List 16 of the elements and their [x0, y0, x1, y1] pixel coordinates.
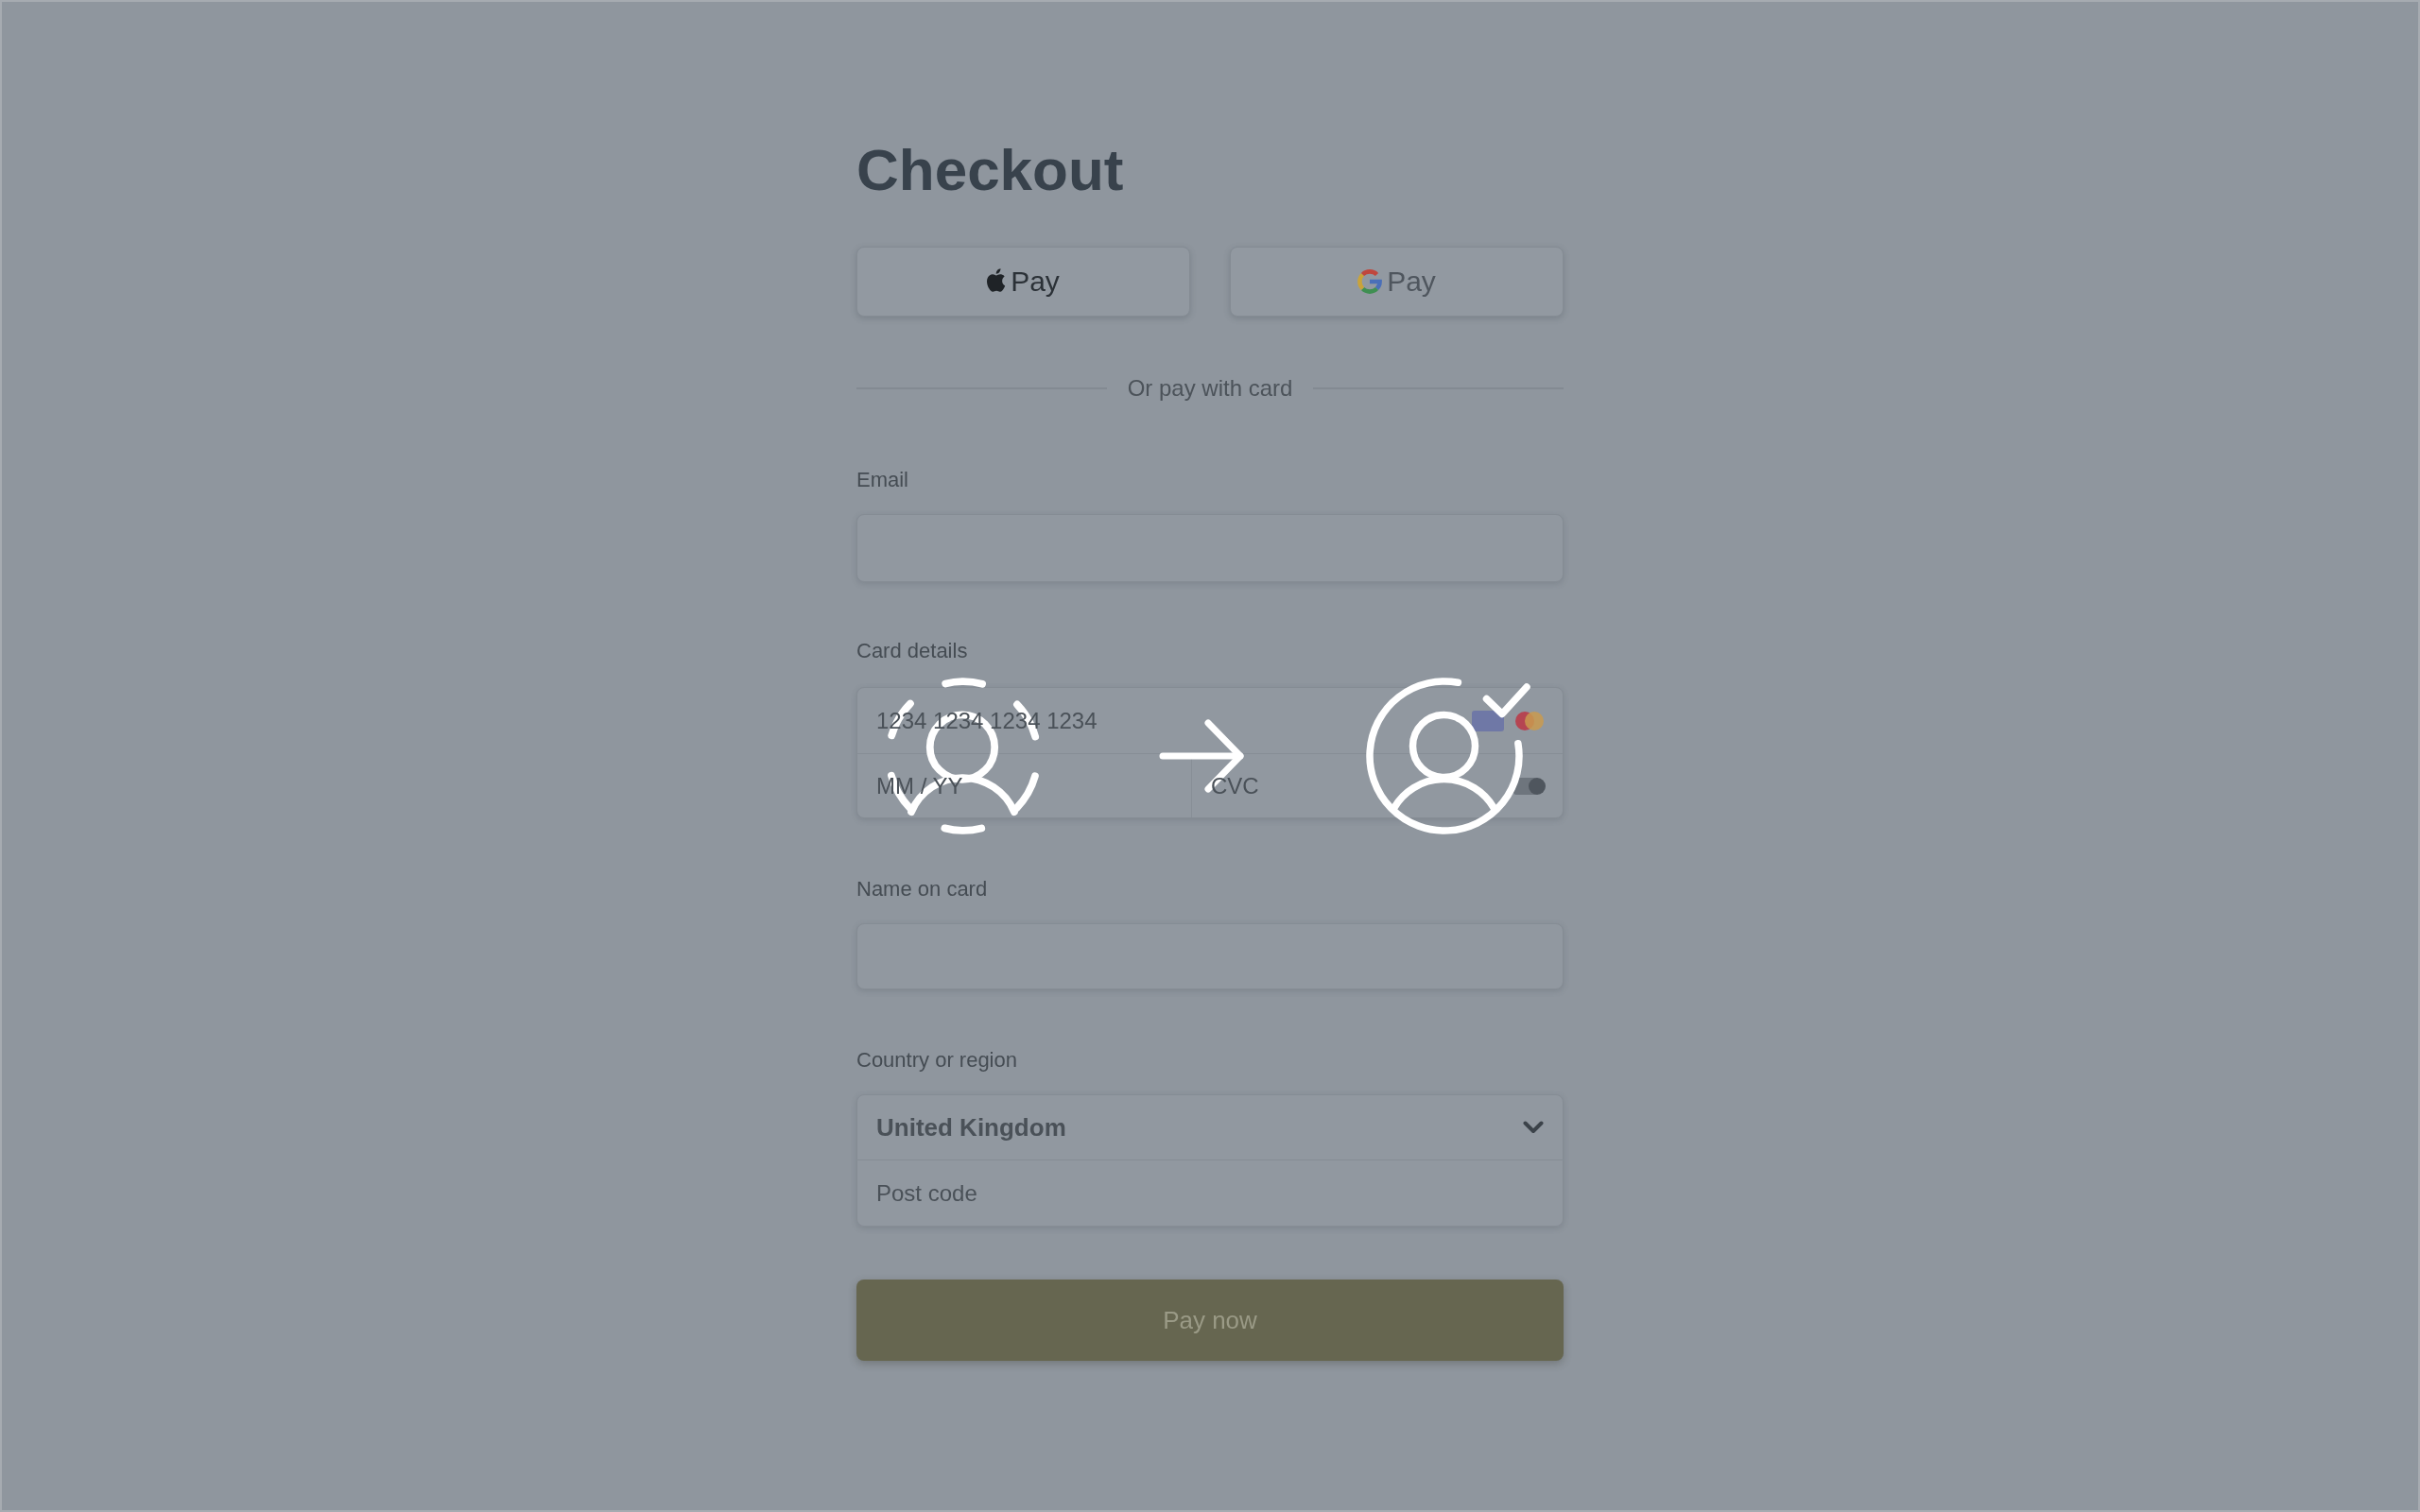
chevron-down-icon — [1523, 1121, 1544, 1134]
g-logo-icon — [1357, 269, 1383, 294]
field-label: Card details — [856, 638, 968, 664]
country-select[interactable]: United Kingdom — [856, 1094, 1564, 1160]
wallet-pay-button[interactable]: Pay — [856, 247, 1190, 317]
wallet-pay-button[interactable]: Pay — [1230, 247, 1564, 317]
cvc-field[interactable]: CVC — [1211, 766, 1504, 805]
field-label: Name on card — [856, 876, 988, 902]
page-title: Checkout — [856, 136, 1124, 204]
divider-text: Or pay with card — [1127, 374, 1293, 403]
post-code-field[interactable]: Post code — [856, 1160, 1564, 1227]
card-logo-icon — [1472, 710, 1504, 731]
overlapping-circles-icon — [1513, 710, 1546, 731]
field-label: Email — [856, 467, 908, 493]
field-label: Country or region — [856, 1047, 1017, 1074]
apple-icon — [987, 267, 1007, 292]
